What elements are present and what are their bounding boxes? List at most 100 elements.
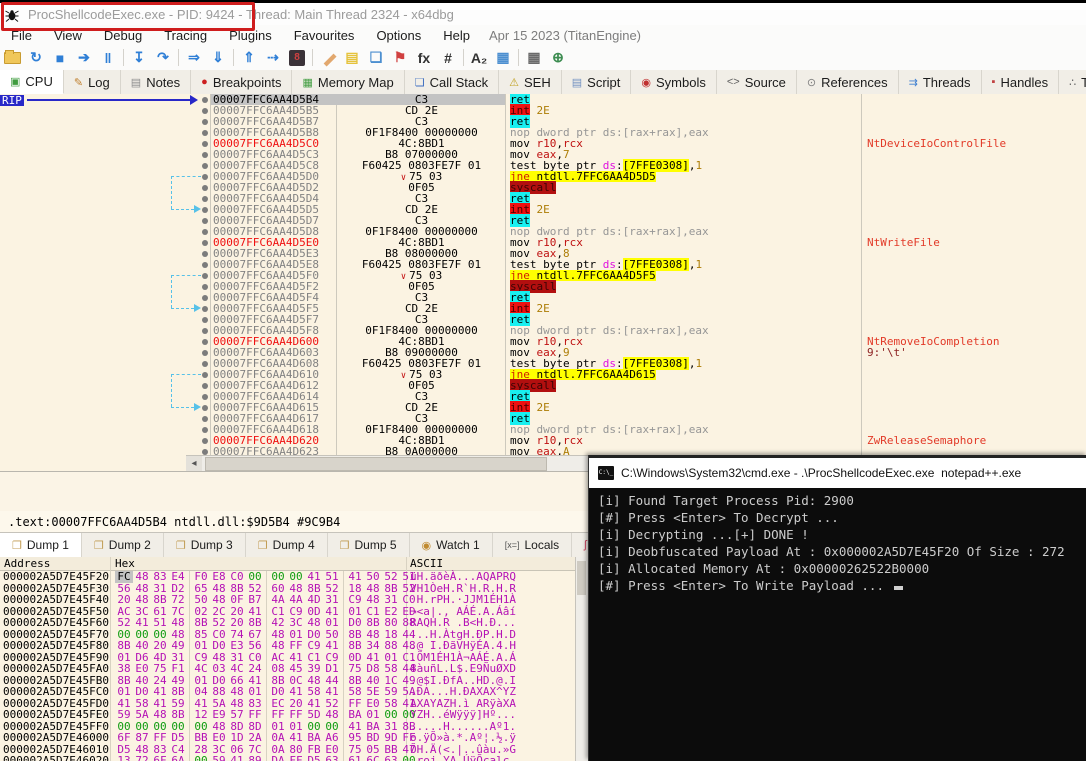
dump-vscrollbar-thumb[interactable] (577, 561, 586, 595)
trace-record-icon[interactable]: 8 (285, 48, 309, 68)
pause-icon[interactable]: ‖ (96, 48, 120, 68)
breakpoint-dot[interactable] (202, 163, 208, 169)
breakpoint-dot[interactable] (202, 416, 208, 422)
breakpoint-dot[interactable] (202, 141, 208, 147)
dump-tab-dump-2[interactable]: ❐ Dump 2 (82, 533, 164, 557)
functions-icon[interactable]: fx (412, 48, 436, 68)
breakpoint-dot[interactable] (202, 317, 208, 323)
breakpoint-dot[interactable] (202, 185, 208, 191)
breakpoint-dot[interactable] (202, 207, 208, 213)
breakpoint-dot[interactable] (202, 295, 208, 301)
disasm-row[interactable]: 00007FFC6AA4D5D5 CD 2E int 2E (0, 203, 1086, 216)
breakpoint-dot[interactable] (202, 383, 208, 389)
breakpoint-dot[interactable] (202, 372, 208, 378)
dump-tab-dump-1[interactable]: ❐ Dump 1 (0, 533, 82, 557)
breakpoint-dot[interactable] (202, 152, 208, 158)
tab-call-stack[interactable]: ❏ Call Stack (405, 70, 500, 94)
restart-icon[interactable]: ↻ (24, 48, 48, 68)
bookmarks-icon[interactable]: ⚑ (388, 48, 412, 68)
breakpoint-dot[interactable] (202, 119, 208, 125)
breakpoint-dot[interactable] (202, 273, 208, 279)
patches-icon[interactable]: ▬ (316, 47, 340, 68)
tab-handles[interactable]: ▪ Handles (982, 70, 1060, 94)
run-to-user-code-icon[interactable]: ⇢ (261, 48, 285, 68)
step-over-icon[interactable]: ↷ (151, 48, 175, 68)
title-bar[interactable]: ProcShellcodeExec.exe - PID: 9424 - Thre… (0, 3, 1086, 25)
menu-item-plugins[interactable]: Plugins (218, 28, 283, 43)
breakpoint-dot[interactable] (202, 174, 208, 180)
scrollbar-thumb[interactable] (205, 457, 547, 471)
menu-item-view[interactable]: View (43, 28, 93, 43)
breakpoint-dot[interactable] (202, 350, 208, 356)
breakpoint-dot[interactable] (202, 229, 208, 235)
breakpoint-dot[interactable] (202, 97, 208, 103)
dump-tab-locals[interactable]: [x=] Locals (493, 533, 573, 557)
breakpoint-dot[interactable] (202, 405, 208, 411)
preferences-globe-icon[interactable]: ⊕ (546, 48, 570, 68)
menu-item-options[interactable]: Options (365, 28, 432, 43)
breakpoint-dot[interactable] (202, 339, 208, 345)
breakpoint-dot[interactable] (202, 328, 208, 334)
tab-seh[interactable]: ⚠ SEH (499, 70, 562, 94)
stop-icon[interactable]: ■ (48, 48, 72, 68)
calculator-icon[interactable]: ▦ (522, 48, 546, 68)
calculator-device-icon[interactable]: ▦ (491, 48, 515, 68)
step-into-icon[interactable]: ↧ (127, 48, 151, 68)
tab-cpu[interactable]: ▣ CPU (0, 70, 64, 94)
breakpoint-dot[interactable] (202, 218, 208, 224)
dump-tab-dump-5[interactable]: ❐ Dump 5 (328, 533, 410, 557)
labels-icon[interactable]: ❏ (364, 48, 388, 68)
run-icon[interactable]: ➔ (72, 48, 96, 68)
menu-item-tracing[interactable]: Tracing (153, 28, 218, 43)
disasm-row[interactable]: 00007FFC6AA4D612 0F05 syscall (0, 379, 1086, 392)
cmd-title-bar[interactable]: C:\_ C:\Windows\System32\cmd.exe - .\Pro… (589, 458, 1086, 488)
comments-icon[interactable]: ▤ (340, 48, 364, 68)
run-to-selection-icon[interactable]: ⇒ (182, 48, 206, 68)
dump-tab-watch-1[interactable]: ◉ Watch 1 (410, 533, 493, 557)
tab-t[interactable]: ∴ T (1059, 70, 1086, 94)
disasm-row[interactable]: 00007FFC6AA4D5F5 CD 2E int 2E (0, 302, 1086, 315)
tab-script[interactable]: ▤ Script (562, 70, 632, 94)
tab-memory-map[interactable]: ▦ Memory Map (292, 70, 405, 94)
menu-item-debug[interactable]: Debug (93, 28, 153, 43)
breakpoint-dot[interactable] (202, 262, 208, 268)
disasm-row[interactable]: 00007FFC6AA4D5D2 0F05 syscall (0, 181, 1086, 194)
strings-icon[interactable]: A₂ (467, 48, 491, 68)
breakpoint-dot[interactable] (202, 394, 208, 400)
dump-tab-dump-4[interactable]: ❐ Dump 4 (246, 533, 328, 557)
step-out-icon[interactable]: ⇑ (237, 48, 261, 68)
disasm-row[interactable]: 00007FFC6AA4D5B5 CD 2E int 2E (0, 104, 1086, 117)
disasm-row[interactable]: 00007FFC6AA4D623 B8 0A000000 mov eax,A (0, 446, 1086, 455)
breakpoint-dot[interactable] (202, 108, 208, 114)
breakpoint-dot[interactable] (202, 306, 208, 312)
tab-breakpoints[interactable]: ● Breakpoints (191, 70, 293, 94)
breakpoint-dot[interactable] (202, 361, 208, 367)
hex-byte-group: BA 01 00 00 (343, 709, 420, 721)
step-down-icon[interactable]: ⇓ (206, 48, 230, 68)
disasm-row[interactable]: 00007FFC6AA4D615 CD 2E int 2E (0, 401, 1086, 414)
tab-source[interactable]: <> Source (717, 70, 797, 94)
breakpoint-dot[interactable] (202, 130, 208, 136)
menu-item-favourites[interactable]: Favourites (283, 28, 366, 43)
menu-item-help[interactable]: Help (432, 28, 481, 43)
memory-regions-icon[interactable]: # (436, 48, 460, 68)
cmd-window[interactable]: C:\_ C:\Windows\System32\cmd.exe - .\Pro… (588, 455, 1086, 761)
breakpoint-dot[interactable] (202, 240, 208, 246)
disassembly-pane[interactable]: 00007FFC6AA4D5B4 C3 ret 00007FFC6AA4D5B5 CD … (0, 94, 1086, 455)
dump-tab-dump-3[interactable]: ❐ Dump 3 (164, 533, 246, 557)
breakpoint-dot[interactable] (202, 196, 208, 202)
scrollbar-left-arrow[interactable]: ◂ (186, 455, 202, 472)
tab-notes[interactable]: ▤ Notes (121, 70, 192, 94)
tab-references[interactable]: ⊙ References (797, 70, 899, 94)
tab-log[interactable]: ✎ Log (64, 70, 121, 94)
open-file-icon[interactable] (0, 48, 24, 68)
breakpoint-dot[interactable] (202, 438, 208, 444)
tab-symbols[interactable]: ◉ Symbols (631, 70, 717, 94)
breakpoint-dot[interactable] (202, 251, 208, 257)
disasm-row[interactable]: 00007FFC6AA4D5F2 0F05 syscall (0, 280, 1086, 293)
breakpoint-dot[interactable] (202, 284, 208, 290)
breakpoint-dot[interactable] (202, 427, 208, 433)
menu-item-file[interactable]: File (0, 28, 43, 43)
tab-threads[interactable]: ⇉ Threads (899, 70, 982, 94)
cmd-console-output[interactable]: [i] Found Target Process Pid: 2900 [#] Pr… (589, 488, 1086, 761)
